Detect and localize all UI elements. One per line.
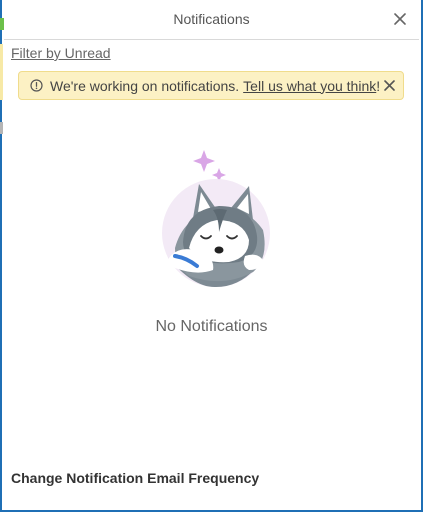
panel-header: Notifications	[4, 0, 419, 40]
notifications-panel: Notifications Filter by Unread We're wor…	[4, 0, 419, 510]
banner-close-icon[interactable]	[383, 79, 396, 92]
background-app-glimpse	[0, 44, 3, 100]
filter-by-unread-link[interactable]: Filter by Unread	[11, 45, 111, 61]
banner-message-line: We're working on notifications. Tell us w…	[50, 78, 380, 94]
feedback-banner: We're working on notifications. Tell us w…	[18, 71, 404, 100]
banner-message: We're working on notifications.	[50, 77, 240, 94]
sleeping-husky-illustration	[162, 150, 270, 288]
background-app-glimpse	[0, 122, 3, 134]
change-email-frequency-link[interactable]: Change Notification Email Frequency	[11, 470, 259, 486]
sparkle-icon	[193, 150, 215, 172]
notifications-window: Notifications Filter by Unread We're wor…	[0, 0, 423, 512]
info-icon	[30, 79, 43, 92]
close-icon[interactable]	[391, 10, 409, 28]
empty-state-text: No Notifications	[155, 318, 268, 335]
panel-title: Notifications	[173, 11, 250, 27]
banner-suffix: !	[376, 77, 381, 94]
feedback-link[interactable]: Tell us what you think	[243, 78, 376, 94]
